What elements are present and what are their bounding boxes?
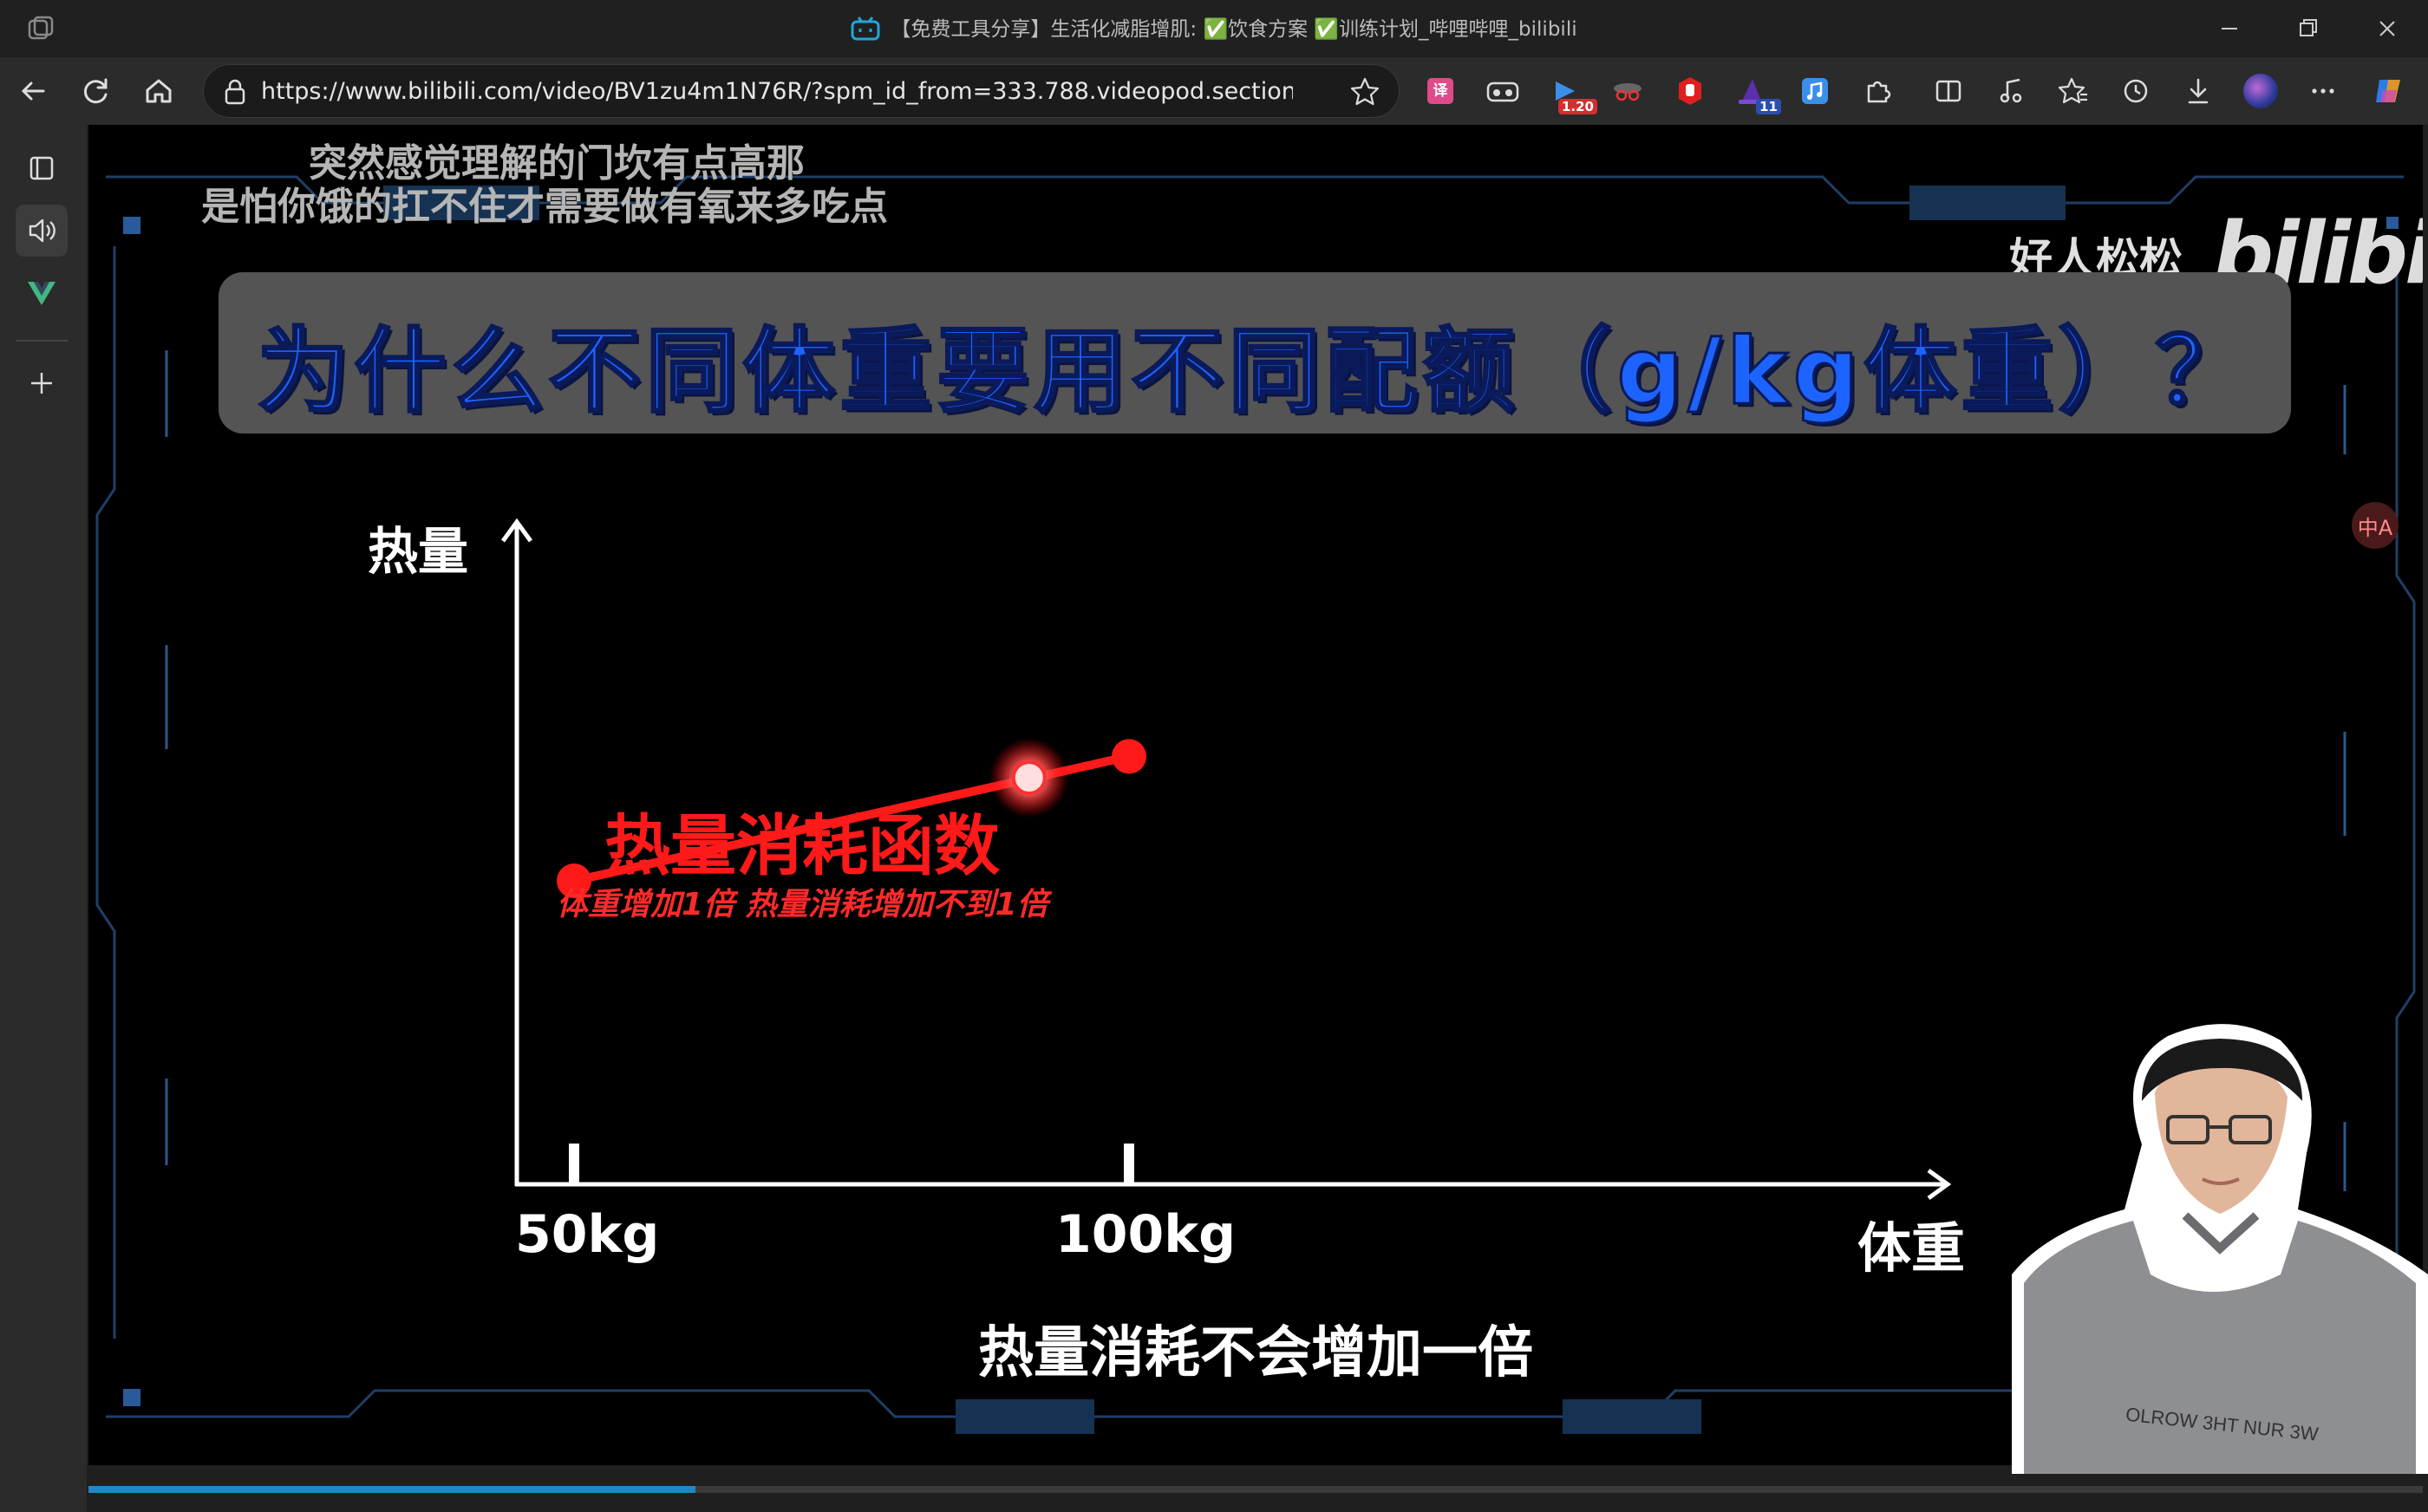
window-title: 【免费工具分享】生活化减脂增肌: ✅饮食方案 ✅训练计划_哔哩哔哩_bilibi…: [0, 12, 2428, 42]
video-progress-bar[interactable]: [88, 1486, 2423, 1493]
address-bar[interactable]: https://www.bilibili.com/video/BV1zu4m1N…: [203, 64, 1400, 118]
wizard-hat-icon[interactable]: 11: [1731, 69, 1781, 114]
vue-icon: [28, 282, 55, 305]
copilot-icon[interactable]: [2367, 69, 2411, 113]
refresh-button[interactable]: [75, 69, 118, 113]
lock-icon[interactable]: [221, 77, 249, 107]
x-axis-label: 体重: [1857, 1216, 1966, 1280]
data-point: [1112, 739, 1146, 774]
more-menu-icon[interactable]: [2301, 69, 2345, 113]
sidebar-tab-audio[interactable]: [16, 205, 68, 257]
title-bar: 【免费工具分享】生活化减脂增肌: ✅饮食方案 ✅训练计划_哔哩哔哩_bilibi…: [0, 0, 2428, 57]
y-axis-label: 热量: [368, 522, 469, 581]
home-button[interactable]: [137, 69, 180, 113]
favorites-icon[interactable]: [2052, 69, 2095, 113]
restore-button[interactable]: [2277, 7, 2338, 50]
profile-avatar-icon[interactable]: [2239, 69, 2282, 113]
media-control-icon[interactable]: [1989, 69, 2033, 113]
video-progress-fill: [88, 1486, 695, 1493]
navigation-bar: https://www.bilibili.com/video/BV1zu4m1N…: [0, 57, 2428, 125]
sidebar-tab-vue[interactable]: [16, 267, 68, 319]
history-icon[interactable]: [2114, 69, 2157, 113]
tab-actions-icon[interactable]: [16, 142, 68, 194]
highlight-point: [1011, 760, 1047, 796]
bilibili-tab-icon: [851, 16, 880, 41]
window-title-text: 【免费工具分享】生活化减脂增肌: ✅饮食方案 ✅训练计划_哔哩哔哩_bilibi…: [891, 18, 1577, 41]
sidebar: [0, 125, 87, 1512]
glasses-icon[interactable]: [1481, 69, 1524, 113]
download-icon[interactable]: [2177, 69, 2220, 113]
split-screen-icon[interactable]: [1927, 69, 1970, 113]
plus-icon: [31, 373, 52, 394]
close-window-button[interactable]: [2357, 7, 2418, 50]
spy-icon[interactable]: [1606, 69, 1649, 113]
url-text[interactable]: https://www.bilibili.com/video/BV1zu4m1N…: [261, 78, 1293, 105]
favorite-star-icon[interactable]: [1348, 75, 1381, 108]
music-note-icon[interactable]: [1793, 69, 1837, 113]
video-speed-icon[interactable]: 1.20: [1544, 69, 1597, 114]
sidebar-divider: [16, 340, 68, 342]
wizard-badge: 11: [1756, 99, 1781, 114]
add-sidebar-item-button[interactable]: [16, 357, 68, 409]
hand-stop-icon[interactable]: [1668, 69, 1712, 113]
x-tick-label: 50kg: [515, 1204, 660, 1265]
minimize-button[interactable]: [2199, 7, 2260, 50]
x-tick-label: 100kg: [1055, 1204, 1237, 1265]
speaker-icon: [29, 218, 55, 243]
chart-title: 热量消耗函数: [604, 807, 1000, 884]
puzzle-icon[interactable]: [1856, 69, 1899, 113]
back-button[interactable]: [12, 69, 55, 113]
presenter-video-overlay: OLROW 3HT NUR 3W: [2012, 1024, 2428, 1474]
translate-icon[interactable]: 译: [1419, 69, 1462, 113]
chart-subtitle: 体重增加1倍 热量消耗增加不到1倍: [557, 887, 1048, 922]
speed-badge: 1.20: [1557, 99, 1597, 114]
